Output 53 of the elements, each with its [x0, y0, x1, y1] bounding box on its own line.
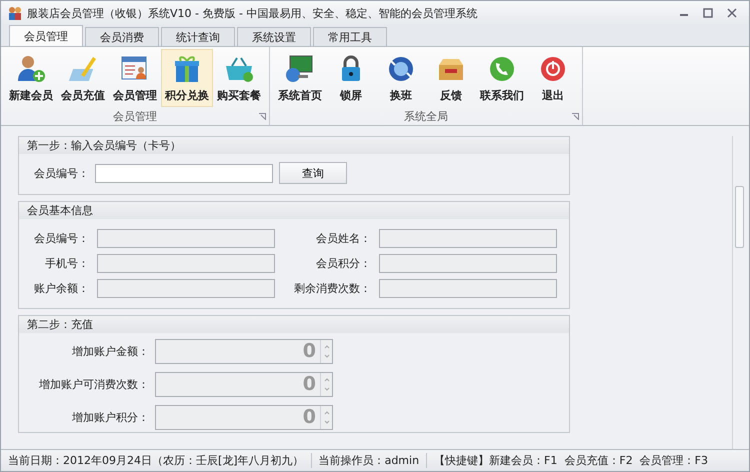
- app-icon: [7, 6, 23, 20]
- window-title: 服装店会员管理（收银）系统V10 - 免费版 - 中国最易用、安全、稳定、智能的会员管理系统: [27, 6, 478, 20]
- ribbon-button[interactable]: 换班: [376, 49, 426, 107]
- group-label: 系统全局: [403, 108, 449, 124]
- spin-arrows-icon[interactable]: [320, 340, 332, 363]
- ribbon-button[interactable]: 系统首页: [274, 49, 326, 107]
- launcher-icon[interactable]: [259, 112, 266, 120]
- field-label: 会员编号：: [33, 166, 89, 180]
- info-field[interactable]: [379, 229, 557, 248]
- spin-arrows-icon[interactable]: [320, 373, 332, 396]
- ribbon-tab[interactable]: 常用工具: [313, 27, 387, 46]
- launcher-icon[interactable]: [572, 112, 579, 120]
- ribbon-button[interactable]: 反馈: [426, 49, 476, 107]
- status-text: 当前操作员：admin: [312, 453, 428, 468]
- field-label: 剩余消费次数：: [293, 281, 371, 296]
- member-number-field[interactable]: [95, 164, 273, 182]
- field-label: 账户余额：: [33, 281, 89, 296]
- scrollbar[interactable]: [732, 136, 745, 449]
- field-label: 增加账户积分：: [71, 410, 149, 425]
- ribbon-tab[interactable]: 系统设置: [237, 27, 311, 46]
- ribbon-button[interactable]: 退出: [528, 49, 578, 107]
- field-label: 会员积分：: [315, 256, 371, 271]
- group-label: 会员管理: [112, 108, 158, 124]
- info-field[interactable]: [379, 254, 557, 273]
- status-text: 当前日期：2012年09月24日（农历：壬辰[龙]年八月初九）: [1, 453, 312, 468]
- info-field[interactable]: [379, 279, 557, 298]
- user-add-icon: [15, 53, 47, 85]
- panel-title: 会员基本信息: [19, 202, 569, 219]
- query-button[interactable]: 查询: [279, 162, 347, 184]
- info-field[interactable]: [97, 229, 275, 248]
- ribbon-button[interactable]: 会员充值: [57, 49, 109, 107]
- status-text: 【快捷键】新建会员：F1 会员充值：F2 会员管理：F3: [433, 453, 710, 468]
- ribbon-button[interactable]: 新建会员: [5, 49, 57, 107]
- ribbon-tab[interactable]: 会员消费: [85, 27, 159, 46]
- field-label: 手机号：: [44, 256, 89, 271]
- ribbon-button[interactable]: 购买套餐: [213, 49, 265, 107]
- maximize-icon[interactable]: [703, 8, 713, 18]
- ribbon-button[interactable]: 锁屏: [326, 49, 376, 107]
- close-icon[interactable]: [727, 8, 737, 18]
- ribbon-button[interactable]: 积分兑换: [161, 49, 213, 107]
- panel-title: 第二步：充值: [19, 316, 569, 333]
- ribbon-button[interactable]: 联系我们: [476, 49, 528, 107]
- info-field[interactable]: [97, 254, 275, 273]
- field-label: 会员编号：: [33, 231, 89, 246]
- field-label: 增加账户可消费次数：: [38, 377, 149, 392]
- info-field[interactable]: [97, 279, 275, 298]
- field-label: 增加账户金额：: [71, 344, 149, 359]
- panel-title: 第一步：输入会员编号（卡号）: [19, 137, 569, 154]
- spin-arrows-icon[interactable]: [320, 406, 332, 429]
- ribbon-tab[interactable]: 会员管理: [9, 25, 83, 46]
- field-label: 会员姓名：: [315, 231, 371, 246]
- ribbon-tab[interactable]: 统计查询: [161, 27, 235, 46]
- ribbon-button[interactable]: 会员管理: [109, 49, 161, 107]
